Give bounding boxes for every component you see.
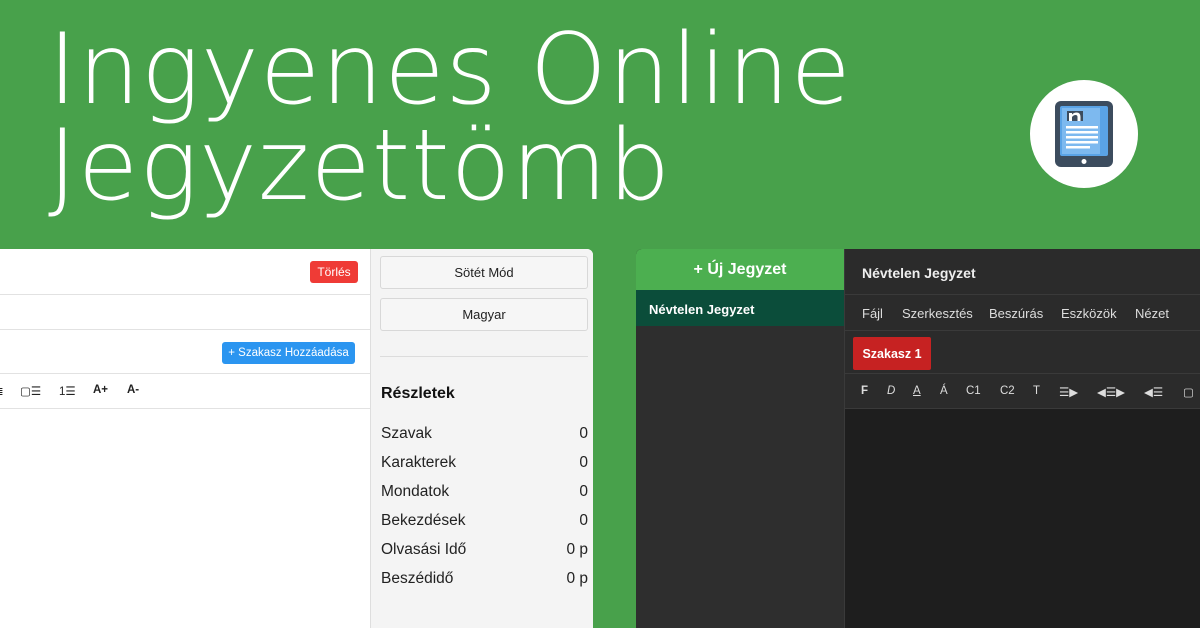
dark-editor-area: Névtelen Jegyzet Fájl Szerkesztés Beszúr… <box>844 249 1200 628</box>
strikethrough-button[interactable]: Á <box>940 385 948 397</box>
light-editor-area: Törlés t + Szakasz Hozzáadása ≣ ▢☰ 1☰ A+… <box>0 249 370 628</box>
menu-view[interactable]: Nézet <box>1135 306 1169 321</box>
menu-file[interactable]: Fájl <box>862 306 883 321</box>
sidebar-divider <box>380 356 588 357</box>
stat-label: Mondatok <box>381 483 450 500</box>
underline-button[interactable]: A <box>913 385 921 397</box>
stat-value: 0 <box>579 483 588 500</box>
light-note-title-row: t <box>0 295 370 330</box>
dark-text-editor[interactable] <box>845 409 1200 628</box>
hero-title-line-1: Ingyenes Online <box>48 13 852 127</box>
bold-button[interactable]: F <box>861 385 868 397</box>
stat-label: Karakterek <box>381 454 456 471</box>
italic-button[interactable]: D <box>887 385 895 397</box>
stat-label: Beszédidő <box>381 570 454 587</box>
numbered-list-button[interactable]: 1☰ <box>59 384 76 398</box>
details-title: Részletek <box>381 385 455 402</box>
align-right-button[interactable]: ☰▶ <box>1059 385 1078 399</box>
light-sections-row: + Szakasz Hozzáadása <box>0 330 370 374</box>
delete-button[interactable]: Törlés <box>310 261 358 283</box>
align-left-button[interactable]: ◀☰ <box>1144 385 1163 399</box>
menu-insert[interactable]: Beszúrás <box>989 306 1043 321</box>
hero-title-line-2: Jegyzettömb <box>48 109 672 223</box>
dark-note-header: Névtelen Jegyzet <box>845 249 1200 295</box>
section-tabs-row: Szakasz 1 <box>845 331 1200 374</box>
stat-label: Szavak <box>381 425 432 442</box>
stat-value: 0 p <box>566 541 588 558</box>
note-list-item-active[interactable]: Névtelen Jegyzet <box>636 290 844 326</box>
stat-label: Bekezdések <box>381 512 466 529</box>
light-details-sidebar: Sötét Mód Magyar Részletek Szavak 0 Kara… <box>370 249 593 628</box>
font-increase-button[interactable]: A+ <box>93 384 108 396</box>
light-note-header: Törlés <box>0 249 370 295</box>
stat-value: 0 p <box>566 570 588 587</box>
menu-tools[interactable]: Eszközök <box>1061 306 1117 321</box>
tab-section-1[interactable]: Szakasz 1 <box>853 337 931 370</box>
list-button[interactable]: ▢ <box>1183 385 1194 399</box>
stat-value: 0 <box>579 454 588 471</box>
heading-1-button[interactable]: C1 <box>966 385 981 397</box>
stat-value: 0 <box>579 512 588 529</box>
menu-bar: Fájl Szerkesztés Beszúrás Eszközök Nézet <box>845 295 1200 331</box>
menu-edit[interactable]: Szerkesztés <box>902 306 973 321</box>
hero-title: Ingyenes Online Jegyzettömb <box>48 13 852 223</box>
light-text-editor[interactable] <box>0 409 370 628</box>
dark-theme-preview: + Új Jegyzet Névtelen Jegyzet Névtelen J… <box>636 249 1200 628</box>
align-center-button[interactable]: ◀☰▶ <box>1097 385 1125 399</box>
dark-mode-button[interactable]: Sötét Mód <box>380 256 588 289</box>
text-button[interactable]: T <box>1033 385 1040 397</box>
note-title[interactable]: Névtelen Jegyzet <box>862 265 976 281</box>
font-decrease-button[interactable]: A- <box>127 384 139 396</box>
align-justify-button[interactable]: ≣ <box>0 384 4 398</box>
stat-value: 0 <box>579 425 588 442</box>
heading-2-button[interactable]: C2 <box>1000 385 1015 397</box>
add-section-button[interactable]: + Szakasz Hozzáadása <box>222 342 355 364</box>
app-logo <box>1030 80 1138 188</box>
language-button[interactable]: Magyar <box>380 298 588 331</box>
notebook-tablet-icon <box>1055 101 1113 167</box>
light-format-toolbar: ≣ ▢☰ 1☰ A+ A- <box>0 374 370 409</box>
light-theme-preview: Törlés t + Szakasz Hozzáadása ≣ ▢☰ 1☰ A+… <box>0 249 593 628</box>
new-note-button[interactable]: + Új Jegyzet <box>636 249 844 290</box>
dark-format-toolbar: F D A Á C1 C2 T ☰▶ ◀☰▶ ◀☰ ▢ <box>845 374 1200 409</box>
stat-label: Olvasási Idő <box>381 541 467 558</box>
bullet-list-button[interactable]: ▢☰ <box>20 384 41 398</box>
dark-notes-sidebar: + Új Jegyzet Névtelen Jegyzet <box>636 249 844 628</box>
